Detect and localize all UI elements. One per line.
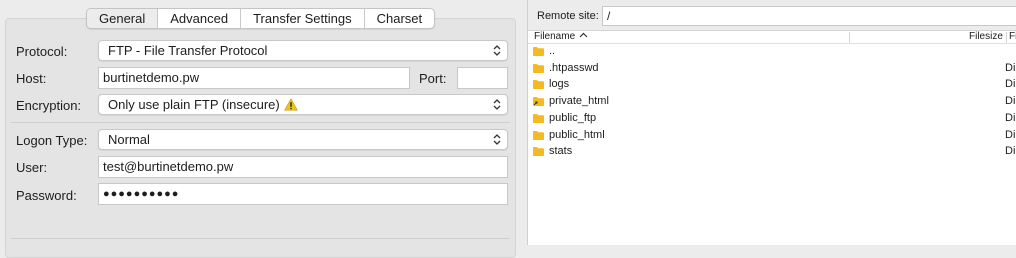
file-list-header: Filename Filesize Fi (528, 31, 1016, 44)
folder-icon (533, 80, 544, 90)
user-label: User: (16, 160, 48, 175)
bottom-divider (11, 238, 510, 239)
file-row[interactable]: logs Di (528, 77, 1016, 94)
file-type: Di (1005, 61, 1016, 74)
folder-icon (533, 63, 544, 73)
password-input[interactable]: ●●●●●●●●●● (98, 183, 508, 205)
site-settings-panel: General Advanced Transfer Settings Chars… (0, 0, 526, 258)
logon-type-label: Logon Type: (16, 133, 88, 148)
settings-tabbar: General Advanced Transfer Settings Chars… (86, 8, 436, 29)
tab-transfer-settings[interactable]: Transfer Settings (241, 9, 365, 28)
column-divider[interactable] (1006, 32, 1007, 43)
file-row[interactable]: private_html Di (528, 94, 1016, 111)
file-name: private_html (549, 95, 609, 108)
logon-type-select[interactable]: Normal (98, 129, 508, 150)
folder-icon (533, 47, 544, 56)
column-filename-label: Filename (534, 31, 576, 42)
protocol-label: Protocol: (16, 44, 68, 59)
form-divider (11, 122, 510, 123)
file-name: .. (549, 45, 556, 57)
file-row[interactable]: public_html Di (528, 128, 1016, 145)
file-name: public_html (549, 128, 605, 141)
encryption-label: Encryption: (16, 98, 82, 113)
folder-icon (533, 113, 544, 123)
encryption-value: Only use plain FTP (insecure) (108, 97, 280, 112)
file-row[interactable]: .htpasswd Di (528, 61, 1016, 78)
encryption-select[interactable]: Only use plain FTP (insecure) (98, 94, 508, 115)
remote-site-panel: Remote site: / Filename Filesize Fi .. .h… (527, 0, 1016, 245)
file-name: logs (549, 78, 570, 91)
port-input[interactable] (457, 67, 508, 89)
column-filetype[interactable]: Fi (1009, 31, 1016, 42)
user-input[interactable]: test@burtinetdemo.pw (98, 156, 508, 178)
file-row[interactable]: stats Di (528, 144, 1016, 161)
host-label: Host: (16, 71, 47, 86)
file-type: Di (1005, 95, 1016, 108)
protocol-value: FTP - File Transfer Protocol (108, 43, 268, 58)
file-type: Di (1005, 78, 1016, 91)
warning-icon (283, 98, 298, 111)
file-type: Di (1005, 145, 1016, 158)
chevron-updown-icon (493, 99, 501, 110)
host-input[interactable]: burtinetdemo.pw (98, 67, 410, 89)
file-row[interactable]: public_ftp Di (528, 111, 1016, 128)
folder-icon (533, 130, 544, 140)
tab-charset[interactable]: Charset (365, 9, 435, 28)
remote-path-input[interactable]: / (602, 6, 1016, 26)
logon-type-value: Normal (108, 132, 150, 147)
file-row[interactable]: .. (528, 44, 1016, 61)
remote-site-bar: Remote site: / (528, 0, 1016, 31)
file-type: Di (1005, 128, 1016, 141)
file-name: public_ftp (549, 111, 597, 124)
tab-advanced[interactable]: Advanced (158, 9, 242, 28)
remote-site-label: Remote site: (537, 10, 599, 22)
port-label: Port: (419, 71, 447, 86)
sort-ascending-icon (579, 32, 588, 38)
column-filesize[interactable]: Filesize (969, 31, 1003, 42)
column-divider[interactable] (849, 32, 850, 43)
password-label: Password: (16, 188, 77, 203)
folder-link-icon (533, 97, 544, 107)
column-filename[interactable]: Filename (534, 31, 588, 42)
protocol-select[interactable]: FTP - File Transfer Protocol (98, 40, 508, 61)
chevron-updown-icon (493, 45, 501, 56)
file-type: Di (1005, 111, 1016, 124)
chevron-updown-icon (493, 134, 501, 145)
folder-icon (533, 147, 544, 157)
tab-general[interactable]: General (87, 9, 159, 28)
file-name: .htpasswd (549, 61, 599, 74)
file-name: stats (549, 145, 573, 158)
